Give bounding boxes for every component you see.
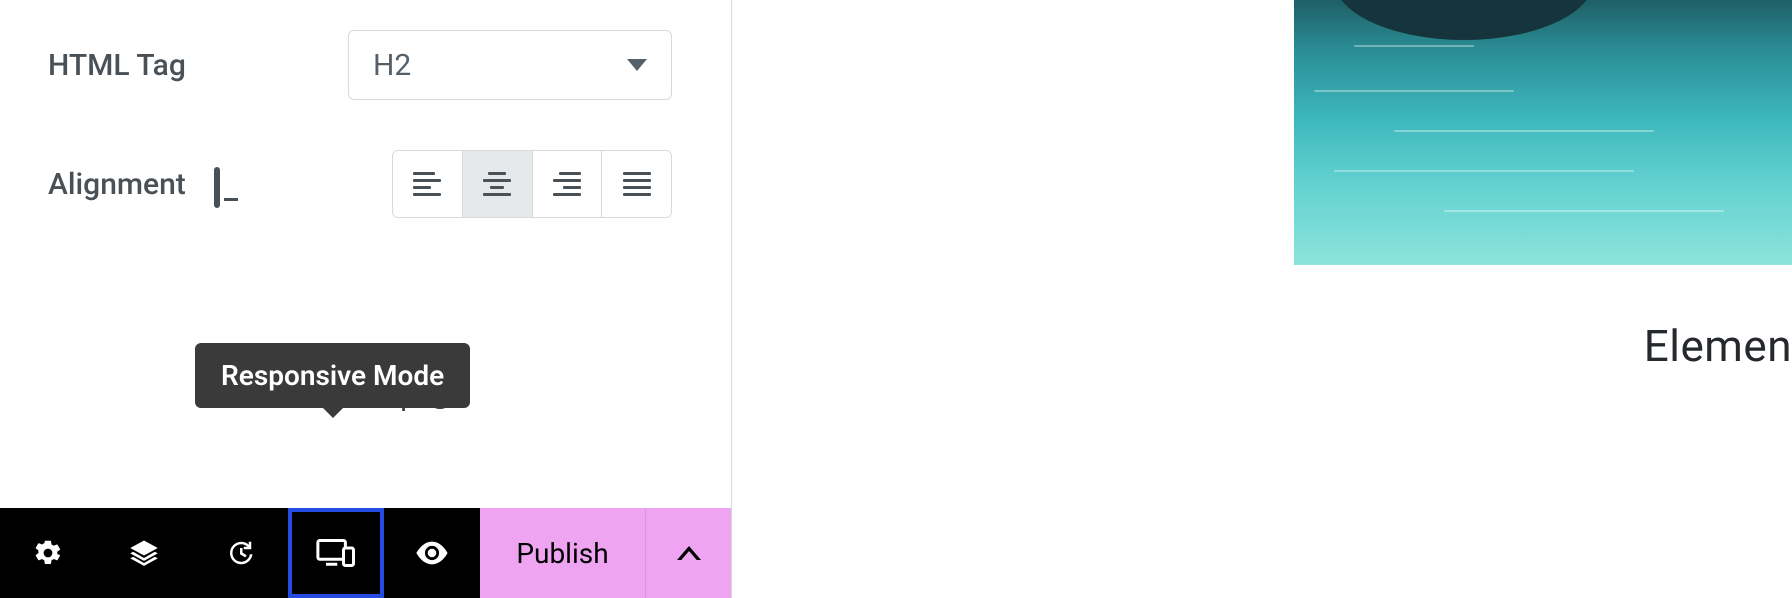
align-justify-button[interactable] [602, 151, 671, 217]
alignment-label: Alignment [48, 167, 348, 202]
heading-preview-text[interactable]: Elemen [1644, 320, 1792, 372]
align-left-button[interactable] [393, 151, 463, 217]
align-right-icon [553, 172, 581, 196]
preview-canvas[interactable]: Elemen [732, 0, 1792, 598]
history-icon [225, 538, 255, 568]
align-center-button[interactable] [463, 151, 533, 217]
html-tag-select[interactable]: H2 [348, 30, 672, 100]
chevron-up-icon [677, 546, 701, 560]
devices-icon [316, 538, 356, 568]
settings-button[interactable] [0, 508, 96, 598]
panel-bottom-bar: Publish [0, 508, 731, 598]
editor-panel: HTML Tag H2 Alignment [0, 0, 732, 598]
navigator-button[interactable] [96, 508, 192, 598]
publish-options-button[interactable] [645, 508, 731, 598]
html-tag-label: HTML Tag [48, 48, 348, 83]
tooltip-text: Responsive Mode [221, 359, 444, 392]
caret-down-icon [627, 59, 647, 71]
gear-icon [33, 538, 63, 568]
html-tag-label-text: HTML Tag [48, 48, 186, 83]
html-tag-value: H2 [373, 48, 411, 83]
alignment-button-group [392, 150, 672, 218]
preview-button[interactable] [384, 508, 480, 598]
alignment-row: Alignment [48, 150, 683, 218]
layers-icon [129, 538, 159, 568]
align-right-button[interactable] [533, 151, 603, 217]
preview-image [1294, 0, 1792, 265]
responsive-mode-tooltip: Responsive Mode [195, 343, 470, 408]
align-center-icon [483, 172, 511, 196]
publish-label: Publish [516, 537, 608, 570]
html-tag-row: HTML Tag H2 [48, 30, 683, 100]
alignment-label-text: Alignment [48, 167, 186, 202]
publish-button[interactable]: Publish [480, 508, 645, 598]
align-left-icon [413, 172, 441, 196]
align-justify-icon [623, 172, 651, 196]
responsive-mode-button[interactable] [288, 508, 384, 598]
eye-icon [415, 541, 449, 565]
desktop-icon[interactable] [214, 170, 248, 198]
history-button[interactable] [192, 508, 288, 598]
